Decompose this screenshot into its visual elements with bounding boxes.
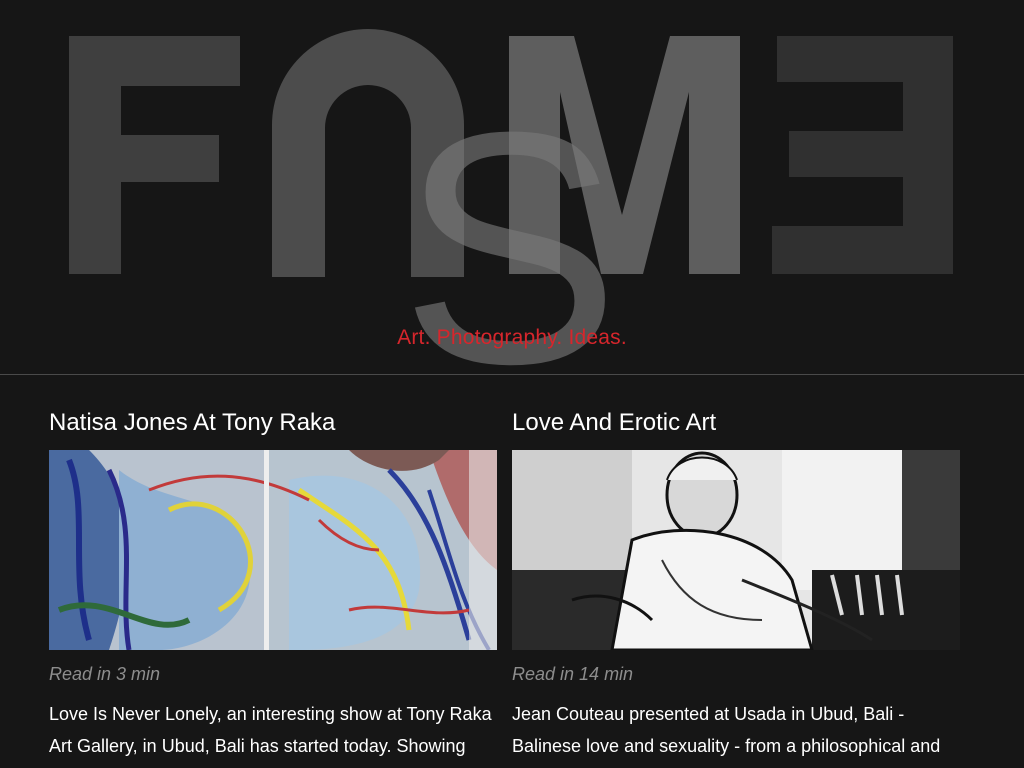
article-thumbnail[interactable] <box>49 450 497 650</box>
article-thumbnail[interactable] <box>512 450 960 650</box>
article-title[interactable]: Love And Erotic Art <box>512 409 716 437</box>
logo-letter-e <box>772 36 953 274</box>
article-excerpt: Jean Couteau presented at Usada in Ubud,… <box>512 704 941 756</box>
logo-letter-f <box>69 36 240 274</box>
read-time: Read in 3 min <box>49 664 161 684</box>
site-tagline: Art. Photography. Ideas. <box>397 326 627 349</box>
read-time: Read in 14 min <box>512 664 634 684</box>
article-excerpt: Love Is Never Lonely, an interesting sho… <box>49 704 492 756</box>
abstract-painting-image <box>49 450 497 650</box>
article-grid: Natisa Jones At Tony Raka Read in 3 min … <box>0 375 1024 768</box>
article-title[interactable]: Natisa Jones At Tony Raka <box>49 409 335 437</box>
site-header: S Art. Photography. Ideas. <box>0 0 1024 374</box>
portrait-photo-image <box>512 450 960 650</box>
site-logo[interactable]: S <box>0 0 1024 374</box>
